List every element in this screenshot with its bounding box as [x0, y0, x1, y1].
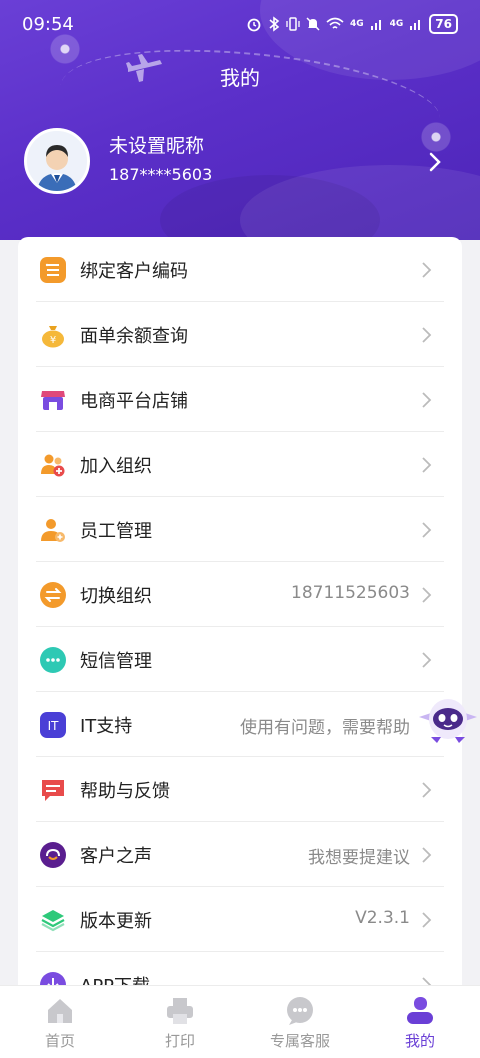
- chevron-right-icon: [422, 912, 432, 928]
- phone-number: 187****5603: [109, 165, 213, 184]
- menu-item-version-update[interactable]: 版本更新 V2.3.1: [18, 887, 462, 952]
- menu-item-label: 加入组织: [80, 456, 152, 477]
- menu-item-label: 客户之声: [80, 846, 152, 867]
- switch-icon: [40, 582, 66, 608]
- status-time: 09:54: [22, 14, 74, 35]
- tab-label: 专属客服: [269, 1032, 330, 1050]
- alarm-icon: [247, 18, 261, 32]
- menu-item-label: 短信管理: [80, 651, 152, 672]
- chevron-right-icon: [422, 587, 432, 603]
- tab-mine[interactable]: 我的: [360, 986, 480, 1058]
- menu-item-help-feedback[interactable]: 帮助与反馈: [18, 757, 462, 822]
- chevron-right-icon: [422, 392, 432, 408]
- chevron-right-icon: [422, 522, 432, 538]
- tab-home[interactable]: 首页: [0, 986, 120, 1058]
- network-label: 4G: [389, 19, 404, 29]
- svg-text:IT: IT: [48, 719, 60, 733]
- layers-icon: [41, 910, 65, 932]
- menu-item-it-support[interactable]: IT IT支持 使用有问题，需要帮助: [18, 692, 462, 757]
- menu-item-switch-organization[interactable]: 切换组织 18711525603: [18, 562, 462, 627]
- home-icon: [48, 999, 72, 1023]
- nickname[interactable]: 未设置昵称: [109, 131, 204, 158]
- chevron-right-icon: [422, 457, 432, 473]
- sms-icon: [40, 647, 66, 673]
- bluetooth-icon: [269, 16, 280, 32]
- chevron-right-icon: [422, 262, 432, 278]
- chevron-right-icon: [422, 327, 432, 343]
- customer-voice-icon: [40, 842, 66, 868]
- menu-item-customer-voice[interactable]: 客户之声 我想要提建议: [18, 822, 462, 887]
- menu-item-label: 绑定客户编码: [80, 261, 188, 282]
- status-bar: 09:54 4G 4G 76: [0, 0, 480, 48]
- menu-card: 绑定客户编码 ¥ 面单余额查询 电商平台店铺 加入组织 员工管理 切换组织 18…: [18, 237, 462, 997]
- status-icons: 4G 4G 76: [246, 14, 458, 34]
- profile-header: 09:54 4G 4G 76 我的 未设置昵称 187****5603: [0, 0, 480, 240]
- chevron-right-icon: [422, 652, 432, 668]
- chevron-right-icon: [422, 847, 432, 863]
- avatar[interactable]: [24, 128, 90, 194]
- feedback-icon: [42, 780, 64, 801]
- menu-item-label: 员工管理: [80, 521, 152, 542]
- tab-label: 打印: [164, 1032, 195, 1050]
- menu-item-label: 帮助与反馈: [80, 781, 170, 802]
- menu-item-sms-management[interactable]: 短信管理: [18, 627, 462, 692]
- chevron-right-icon[interactable]: [426, 150, 444, 174]
- menu-item-label: 切换组织: [80, 586, 152, 607]
- tab-customer-service[interactable]: 专属客服: [240, 986, 360, 1058]
- menu-item-label: IT支持: [80, 716, 133, 737]
- menu-item-ecommerce-store[interactable]: 电商平台店铺: [18, 367, 462, 432]
- wifi-icon: [326, 17, 344, 29]
- tab-label: 首页: [44, 1032, 75, 1050]
- menu-item-value: V2.3.1: [355, 908, 410, 928]
- menu-item-label: 面单余额查询: [80, 326, 188, 347]
- menu-item-value: 使用有问题，需要帮助: [240, 718, 410, 738]
- vibrate-icon: [286, 17, 300, 31]
- tab-label: 我的: [404, 1032, 435, 1050]
- it-support-icon: IT: [40, 712, 66, 738]
- user-avatar-icon: [27, 131, 87, 191]
- page-title: 我的: [220, 66, 260, 90]
- menu-item-label: 电商平台店铺: [80, 391, 188, 412]
- profile-icon: [407, 997, 433, 1024]
- menu-item-value: 我想要提建议: [308, 848, 410, 868]
- store-icon: [41, 391, 65, 410]
- tab-print[interactable]: 打印: [120, 986, 240, 1058]
- network-label: 4G: [349, 19, 364, 29]
- menu-item-balance-query[interactable]: ¥ 面单余额查询: [18, 302, 462, 367]
- menu-item-value: 18711525603: [291, 583, 410, 603]
- employee-icon: [41, 519, 65, 542]
- signal-icon: [410, 20, 421, 30]
- battery-indicator: 76: [429, 14, 458, 34]
- support-mascot-icon[interactable]: [417, 693, 479, 745]
- menu-item-employee-management[interactable]: 员工管理: [18, 497, 462, 562]
- join-group-icon: [41, 454, 65, 477]
- menu-item-join-organization[interactable]: 加入组织: [18, 432, 462, 497]
- menu-item-label: 版本更新: [80, 911, 152, 932]
- money-bag-icon: ¥: [42, 326, 64, 348]
- menu-item-bind-customer-code[interactable]: 绑定客户编码: [18, 237, 462, 302]
- mute-bell-icon: [306, 17, 320, 31]
- printer-icon: [167, 998, 193, 1024]
- bottom-tabbar: 首页 打印 专属客服 我的: [0, 985, 480, 1058]
- chat-icon: [287, 997, 313, 1025]
- svg-text:¥: ¥: [50, 335, 56, 346]
- list-icon: [40, 257, 66, 283]
- signal-icon: [370, 20, 381, 30]
- chevron-right-icon: [422, 782, 432, 798]
